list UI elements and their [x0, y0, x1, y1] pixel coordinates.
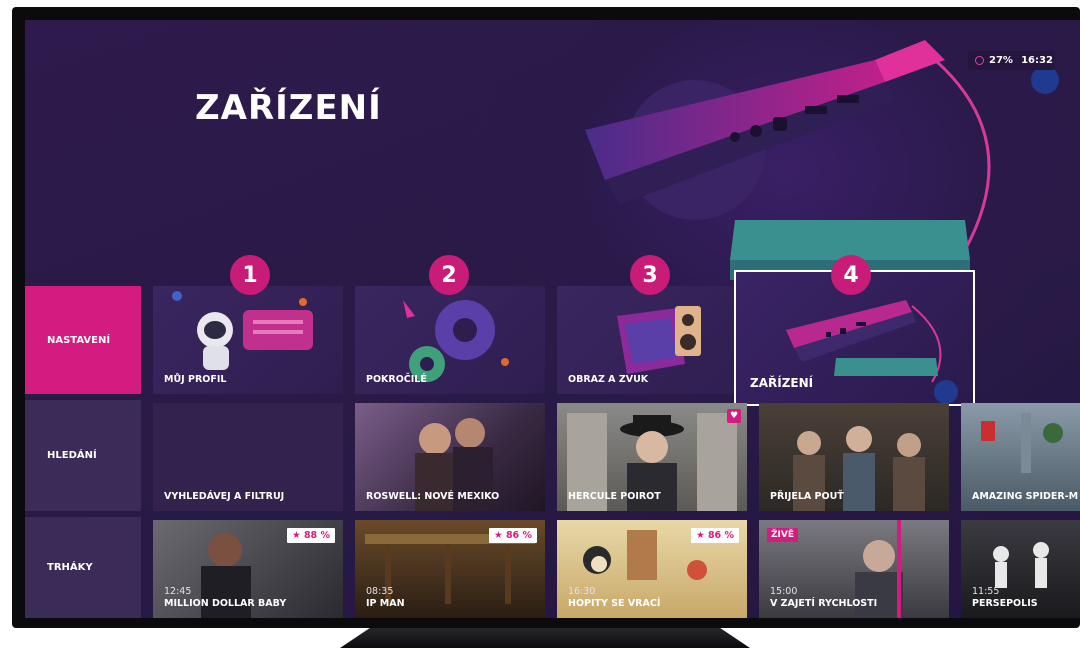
callout-badge-2: 2: [429, 255, 469, 295]
search-tile-spider-man[interactable]: AMAZING SPIDER-M: [961, 403, 1080, 511]
hits-tile-v-zajeti-rychlosti[interactable]: ŽIVĚ 15:00 V ZAJETÍ RYCHLOSTI: [759, 520, 949, 618]
start-time: 08:35: [366, 586, 394, 597]
start-time: 15:00: [770, 586, 798, 597]
settings-tile-picture-sound[interactable]: OBRAZ A ZVUK: [557, 286, 747, 394]
search-tile-roswell[interactable]: ROSWELL: NOVÉ MEXIKO: [355, 403, 545, 511]
rating-badge: ★ 86 %: [489, 528, 537, 543]
tv-screen: ZAŘÍZENÍ 27% 16:32 NASTAVENÍ HLEDÁNÍ TRH…: [25, 20, 1080, 618]
page-title: ZAŘÍZENÍ: [195, 88, 382, 128]
tile-label: IP MAN: [366, 598, 405, 609]
sidebar-item-label: HLEDÁNÍ: [47, 450, 97, 461]
tile-label: AMAZING SPIDER-M: [972, 491, 1079, 502]
hits-tile-million-dollar-baby[interactable]: ★ 88 % 12:45 MILLION DOLLAR BABY: [153, 520, 343, 618]
sidebar-item-hledani[interactable]: HLEDÁNÍ: [25, 400, 141, 511]
clock: 16:32: [1019, 51, 1055, 70]
callout-badge-1: 1: [230, 255, 270, 295]
battery-ring-icon: [975, 56, 984, 65]
battery-level: 27%: [989, 55, 1013, 66]
tile-label: HOPITY SE VRACÍ: [568, 598, 661, 609]
tile-label: PŘIJELA POUŤ: [770, 491, 844, 502]
sidebar-item-label: TRHÁKY: [47, 562, 93, 573]
tile-label: PERSEPOLIS: [972, 598, 1038, 609]
start-time: 16:30: [568, 586, 596, 597]
callout-badge-3: 3: [630, 255, 670, 295]
search-tile-prijela-pout[interactable]: PŘIJELA POUŤ: [759, 403, 949, 511]
start-time: 11:55: [972, 586, 1000, 597]
hits-tile-persepolis[interactable]: 11:55 PERSEPOLIS: [961, 520, 1080, 618]
search-tile-poirot[interactable]: ♥ HERCULE POIROT: [557, 403, 747, 511]
sidebar-item-trhaky[interactable]: TRHÁKY: [25, 517, 141, 618]
tile-label: HERCULE POIROT: [568, 491, 661, 502]
search-tile-filter[interactable]: VYHLEDÁVEJ A FILTRUJ: [153, 403, 343, 511]
tile-label: OBRAZ A ZVUK: [568, 374, 649, 385]
live-badge: ŽIVĚ: [767, 528, 798, 542]
tile-label: VYHLEDÁVEJ A FILTRUJ: [164, 491, 285, 502]
sidebar-item-label: NASTAVENÍ: [47, 334, 111, 346]
tile-label: MILLION DOLLAR BABY: [164, 598, 287, 609]
tile-label: MŮJ PROFIL: [164, 374, 227, 385]
tile-label: ROSWELL: NOVÉ MEXIKO: [366, 491, 500, 502]
heart-icon[interactable]: ♥: [727, 409, 741, 423]
callout-badge-4: 4: [831, 255, 871, 295]
rating-badge: ★ 86 %: [691, 528, 739, 543]
hits-tile-hopity-se-vraci[interactable]: ★ 86 % 16:30 HOPITY SE VRACÍ: [557, 520, 747, 618]
settings-tile-profile[interactable]: MŮJ PROFIL: [153, 286, 343, 394]
hits-tile-ip-man[interactable]: ★ 86 % 08:35 IP MAN: [355, 520, 545, 618]
sidebar-item-nastaveni[interactable]: NASTAVENÍ: [25, 286, 141, 394]
tile-label: POKROČILÉ: [366, 374, 427, 385]
settings-tile-advanced[interactable]: POKROČILÉ: [355, 286, 545, 394]
tv-stand: [340, 626, 750, 648]
start-time: 12:45: [164, 586, 192, 597]
rating-badge: ★ 88 %: [287, 528, 335, 543]
tile-label: V ZAJETÍ RYCHLOSTI: [770, 598, 878, 609]
tile-label: ZAŘÍZENÍ: [750, 376, 814, 390]
